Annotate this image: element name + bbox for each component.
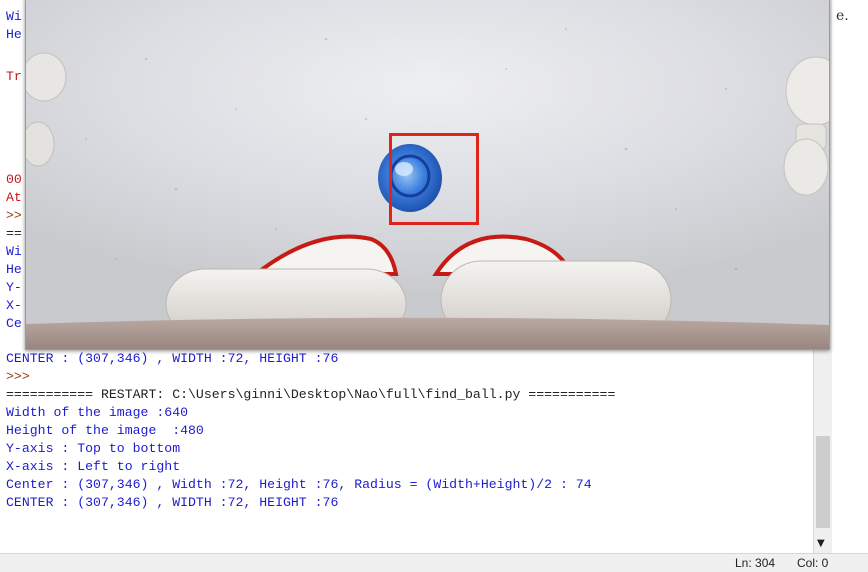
hidden-line: At (6, 190, 22, 205)
console-line: Height of the image :480 (6, 423, 204, 438)
hidden-line: == (6, 226, 22, 241)
line-number: Ln: 304 (735, 556, 776, 570)
console-line: CENTER : (307,346) , WIDTH :72, HEIGHT :… (6, 351, 339, 366)
hidden-line: Wi (6, 244, 22, 259)
console-prompt: >>> (6, 369, 30, 384)
background-window-edge (832, 0, 868, 553)
hidden-line: Y- (6, 280, 22, 295)
hidden-line: He (6, 27, 22, 42)
console-line: Center : (307,346) , Width :72, Height :… (6, 477, 592, 492)
scroll-down-arrow-icon[interactable]: ▼ (817, 538, 825, 549)
hidden-line: >> (6, 208, 22, 223)
column-number: Col: 0 (797, 556, 829, 570)
scrollbar-thumb[interactable] (816, 436, 830, 528)
background-window-text: e. (836, 8, 849, 24)
console-line: Width of the image :640 (6, 405, 189, 420)
status-bar: Ln: 304 Col: 0 (0, 553, 868, 572)
hidden-line: X- (6, 298, 22, 313)
hidden-line: Tr (6, 69, 22, 84)
hidden-line: Ce (6, 316, 22, 331)
restart-banner: =========== RESTART: C:\Users\ginni\Desk… (6, 387, 616, 402)
hidden-line: 00 (6, 172, 22, 187)
hidden-line: Wi (6, 9, 22, 24)
console-line: Y-axis : Top to bottom (6, 441, 181, 456)
detection-bounding-box (389, 133, 479, 225)
hidden-line: He (6, 262, 22, 277)
camera-image-window[interactable] (25, 0, 830, 350)
console-line: X-axis : Left to right (6, 459, 181, 474)
console-line: CENTER : (307,346) , WIDTH :72, HEIGHT :… (6, 495, 339, 510)
